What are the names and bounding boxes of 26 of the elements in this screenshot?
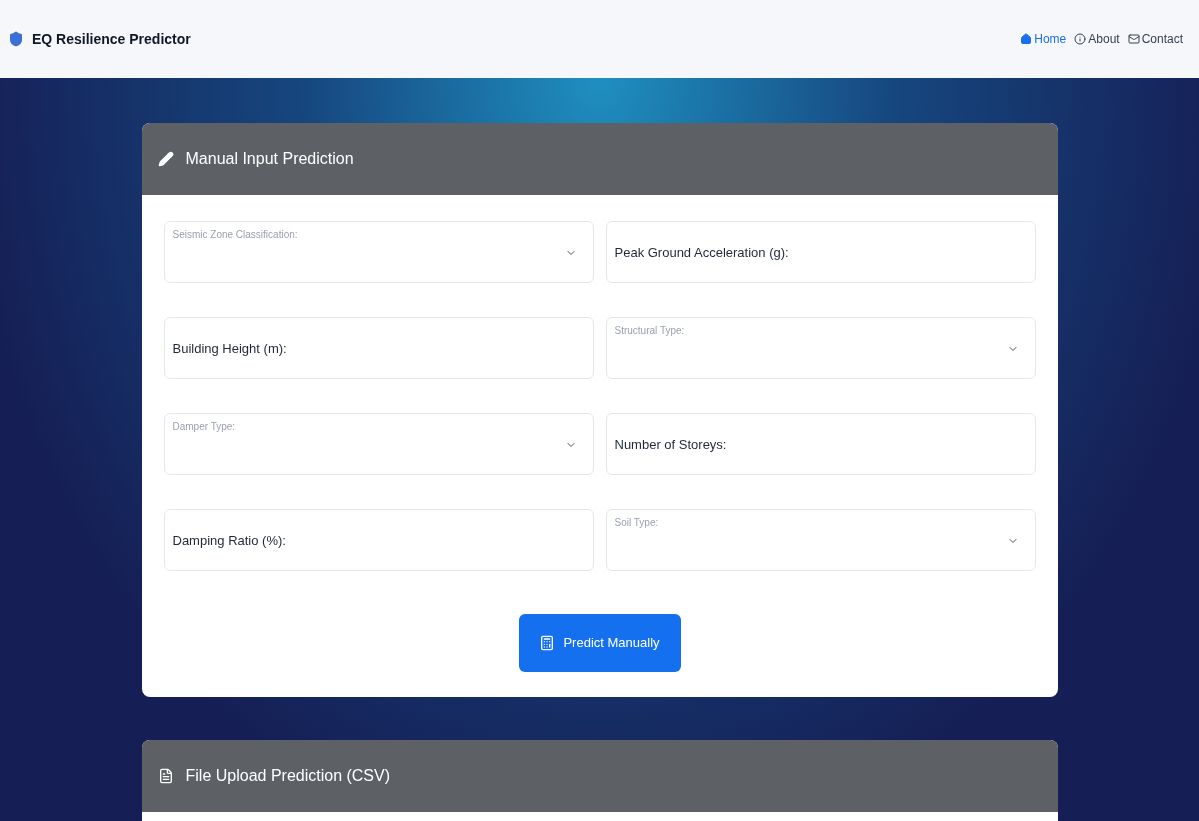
card-title: Manual Input Prediction bbox=[185, 149, 354, 169]
envelope-icon bbox=[1127, 33, 1140, 45]
input-field[interactable]: Number of Storeys: bbox=[605, 413, 1036, 475]
select-field[interactable]: Damper Type: bbox=[163, 413, 594, 475]
field-label: Seismic Zone Classification: bbox=[172, 230, 298, 242]
home-icon bbox=[1020, 33, 1033, 45]
input-field[interactable]: Peak Ground Acceleration (g): bbox=[605, 221, 1036, 283]
input-field[interactable]: Damping Ratio (%): bbox=[163, 509, 594, 571]
field-label: Damper Type: bbox=[172, 422, 236, 434]
input-field[interactable]: Building Height (m): bbox=[163, 317, 594, 379]
pencil-icon bbox=[157, 151, 174, 167]
info-icon bbox=[1074, 33, 1087, 45]
nav-link[interactable]: About bbox=[1074, 30, 1120, 48]
select-field[interactable]: Soil Type: bbox=[605, 509, 1036, 571]
shield-icon bbox=[8, 31, 24, 47]
nav-link[interactable]: Home bbox=[1020, 30, 1067, 48]
field-label: Structural Type: bbox=[614, 326, 685, 338]
card-title: File Upload Prediction (CSV) bbox=[185, 766, 391, 786]
select-field[interactable]: Structural Type: bbox=[605, 317, 1036, 379]
select-field[interactable]: Seismic Zone Classification: bbox=[163, 221, 594, 283]
calculator-icon bbox=[539, 635, 556, 651]
field-label: Soil Type: bbox=[614, 518, 659, 530]
brand-title[interactable]: EQ Resilience Predictor bbox=[32, 28, 191, 50]
file-icon bbox=[157, 768, 174, 784]
nav-link[interactable]: Contact bbox=[1127, 30, 1183, 48]
predict-button[interactable]: Predict Manually bbox=[518, 614, 681, 672]
